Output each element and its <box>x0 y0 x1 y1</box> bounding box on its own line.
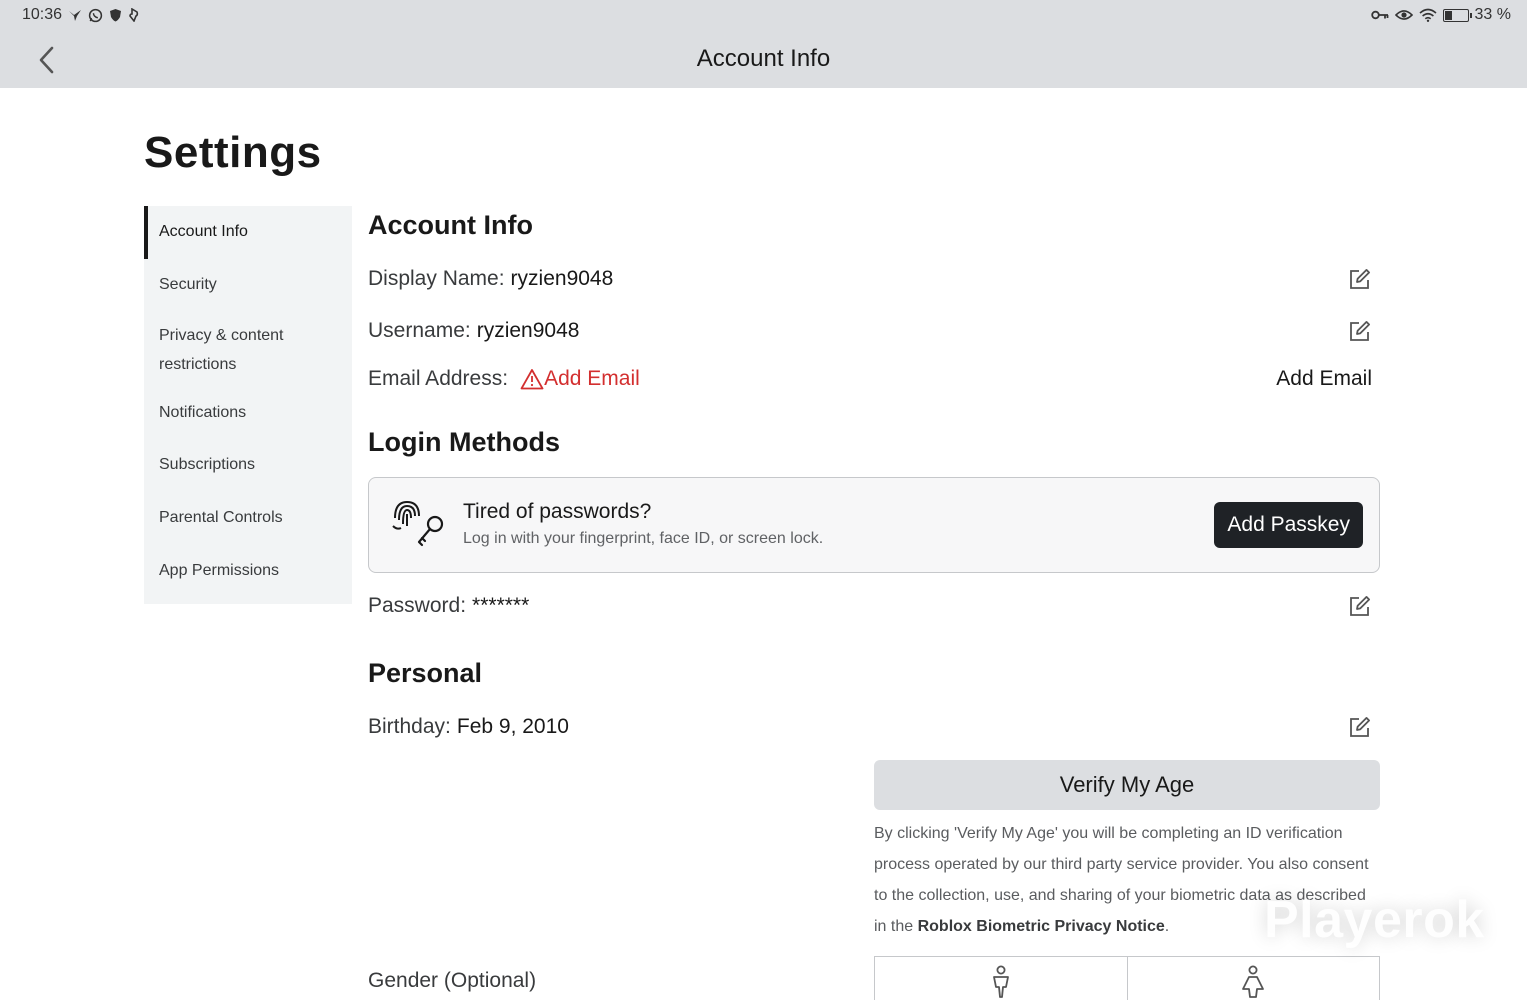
gender-option-male[interactable] <box>875 957 1127 1000</box>
status-bar-left: 10:36 <box>22 6 140 24</box>
edit-icon <box>1350 269 1370 289</box>
edit-icon <box>1350 321 1370 341</box>
edit-display-name-button[interactable] <box>1348 267 1372 291</box>
sidebar-item-account-info[interactable]: Account Info <box>144 206 352 259</box>
gender-label: Gender (Optional) <box>368 969 537 992</box>
sidebar-item-notifications[interactable]: Notifications <box>144 393 352 445</box>
bird-icon <box>68 8 82 22</box>
email-label: Email Address: <box>368 367 509 390</box>
password-label: Password: <box>368 594 467 617</box>
sidebar-item-app-permissions[interactable]: App Permissions <box>144 551 352 604</box>
edit-icon <box>1350 596 1370 616</box>
battery-icon <box>1442 8 1472 22</box>
gender-option-female[interactable] <box>1126 957 1380 1000</box>
birthday-row: Birthday: Feb 9, 2010 <box>368 709 1380 745</box>
male-icon <box>992 965 1009 998</box>
edit-icon <box>1350 717 1370 737</box>
fingerprint-key-icon <box>392 500 444 547</box>
email-row: Email Address: Add Email Add Email <box>368 361 1380 397</box>
account-info-heading: Account Info <box>368 210 533 240</box>
page-title: Settings <box>144 128 322 177</box>
passkey-title: Tired of passwords? <box>463 500 652 523</box>
battery-percent: 33 % <box>1474 6 1511 23</box>
disclaimer-end: . <box>1164 918 1170 935</box>
add-email-button[interactable]: Add Email <box>1276 367 1372 391</box>
eye-icon <box>1394 9 1413 21</box>
edit-birthday-button[interactable] <box>1348 715 1372 739</box>
gender-selector <box>874 956 1380 1000</box>
settings-sidebar: Account Info Security Privacy & content … <box>144 206 352 604</box>
status-bar-right: 33 % <box>1370 6 1511 24</box>
shield-icon <box>109 8 122 22</box>
edit-username-button[interactable] <box>1348 319 1372 343</box>
biometric-privacy-notice-link[interactable]: Roblox Biometric Privacy Notice <box>918 918 1165 935</box>
passkey-card: Tired of passwords? Log in with your fin… <box>368 477 1380 573</box>
sidebar-item-security[interactable]: Security <box>144 259 352 311</box>
add-email-warning-link[interactable]: Add Email <box>520 367 640 391</box>
username-row: Username: ryzien9048 <box>368 313 1380 349</box>
birthday-value: Feb 9, 2010 <box>456 715 569 738</box>
password-row: Password: ******* <box>368 588 1380 624</box>
personal-heading: Personal <box>368 658 483 688</box>
display-name-value: ryzien9048 <box>510 267 614 290</box>
main-content: Account Info Display Name: ryzien9048 Us… <box>368 0 1380 1000</box>
whatsapp-icon <box>88 8 103 23</box>
display-name-label: Display Name: <box>368 267 505 290</box>
edit-password-button[interactable] <box>1348 594 1372 618</box>
female-icon <box>1242 965 1265 998</box>
watermark: Playerok <box>1264 891 1485 949</box>
sidebar-item-parental-controls[interactable]: Parental Controls <box>144 498 352 551</box>
wifi-icon <box>1419 8 1437 22</box>
add-email-warning-text: Add Email <box>544 367 640 390</box>
notification-icon <box>128 8 140 22</box>
login-methods-heading: Login Methods <box>368 427 560 457</box>
warning-icon <box>520 369 544 390</box>
username-value: ryzien9048 <box>476 319 580 342</box>
display-name-row: Display Name: ryzien9048 <box>368 261 1380 297</box>
add-passkey-button[interactable]: Add Passkey <box>1214 502 1363 548</box>
verify-my-age-button[interactable]: Verify My Age <box>874 760 1380 810</box>
password-value: ******* <box>472 594 530 617</box>
sidebar-item-privacy[interactable]: Privacy & content restrictions <box>144 311 352 393</box>
sidebar-item-subscriptions[interactable]: Subscriptions <box>144 445 352 498</box>
username-label: Username: <box>368 319 471 342</box>
status-time: 10:36 <box>22 6 63 23</box>
passkey-subtitle: Log in with your fingerprint, face ID, o… <box>463 530 824 547</box>
birthday-label: Birthday: <box>368 715 451 738</box>
